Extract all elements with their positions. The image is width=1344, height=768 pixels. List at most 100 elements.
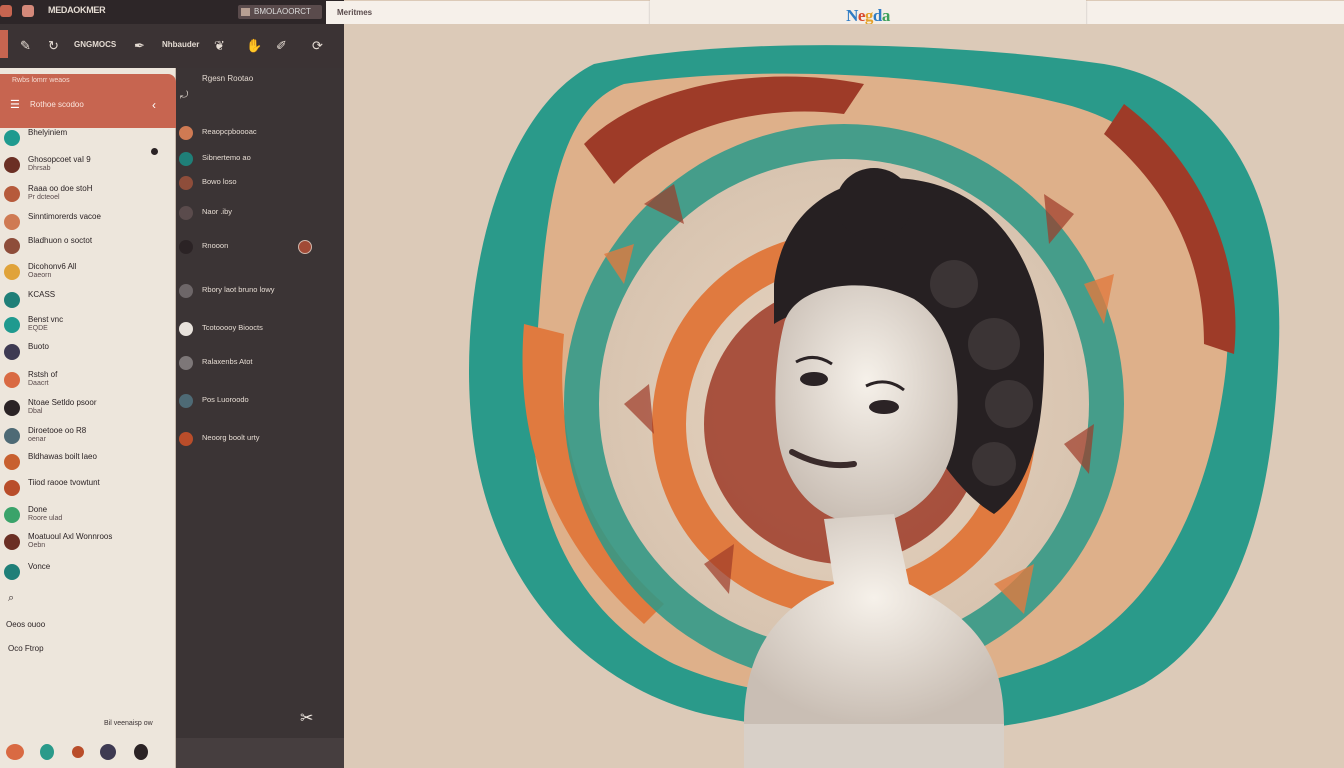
tray-avatar[interactable] — [72, 746, 84, 758]
avatar — [4, 428, 20, 444]
brand-logo: Negda — [846, 6, 890, 25]
face-shape — [775, 285, 958, 524]
list-item[interactable]: Moatuoul Axl Wonnroos Oebn — [0, 532, 176, 556]
footer-link-b[interactable]: Oco Ftrop — [8, 644, 44, 653]
title-bar: MEDAOKMER BMOLAOORCT — [0, 0, 344, 24]
avatar — [179, 394, 193, 408]
tray-avatar[interactable] — [40, 744, 54, 760]
list-item[interactable]: Sinntimorerds vacoe — [0, 212, 176, 236]
tray-avatar[interactable] — [134, 744, 148, 760]
brush-icon[interactable]: ✎ — [20, 38, 31, 54]
eye-left — [800, 372, 828, 386]
list-item[interactable]: Dicohonv6 All Oaeorn — [0, 262, 176, 286]
hair-bun — [836, 168, 912, 240]
panel-item-label: Naor .iby — [202, 207, 233, 216]
tray-avatar[interactable] — [100, 744, 116, 760]
list-item[interactable]: Buoto — [0, 342, 176, 366]
list-item-title: Bladhuon o soctot — [28, 236, 93, 245]
panel-header: Rgesn Rootao — [202, 74, 254, 83]
unread-indicator — [151, 148, 158, 155]
toolbar-label-one[interactable]: GNGMOCS — [74, 40, 116, 49]
list-item-title: Bldhawas boilt laeo — [28, 452, 97, 461]
window-control-icon[interactable] — [0, 5, 12, 17]
list-item-title: Bhelyiniem — [28, 128, 68, 137]
search-icon[interactable]: ⌕ — [8, 592, 14, 605]
panel-item-label: Tcotooooy Bioocts — [202, 323, 263, 332]
refresh-icon[interactable]: ⟳ — [312, 38, 323, 54]
tools-icon[interactable]: ✂ — [300, 708, 313, 728]
list-item-title: Done — [28, 505, 48, 514]
list-item[interactable]: Ghosopcoet vaI 9 Dhrsab — [0, 155, 176, 179]
avatar — [4, 344, 20, 360]
back-icon[interactable]: ‹ — [152, 98, 156, 112]
list-item[interactable]: Benst vnc EQDE — [0, 315, 176, 339]
list-item-title: Dicohonv6 All — [28, 262, 77, 271]
avatar — [4, 534, 20, 550]
list-item-title: Benst vnc — [28, 315, 64, 324]
accent-tab[interactable] — [0, 30, 8, 58]
list-item[interactable]: Ntoae Setldo psoor Dbal — [0, 398, 176, 422]
panel-item[interactable]: Naor .iby — [176, 204, 344, 226]
document-tab[interactable]: BMOLAOORCT — [238, 5, 322, 19]
panel-item-label: Neoorg boolt urty — [202, 433, 260, 442]
avatar — [4, 264, 20, 280]
list-item-title: Ntoae Setldo psoor — [28, 398, 97, 407]
panel-item-label: Rnooon — [202, 241, 229, 250]
list-item[interactable]: Tiiod raooe tvowtunt — [0, 478, 176, 502]
avatar — [4, 564, 20, 580]
list-item[interactable]: Bladhuon o soctot — [0, 236, 176, 260]
footer-link-a[interactable]: Oeos ouoo — [6, 620, 45, 629]
pen-icon[interactable]: ✒ — [134, 38, 145, 54]
list-item-title: Raaa oo doe stoH — [28, 184, 93, 193]
app-icon[interactable] — [22, 5, 34, 17]
list-item[interactable]: Bldhawas boilt laeo — [0, 452, 176, 476]
list-item-title: Moatuoul Axl Wonnroos — [28, 532, 113, 541]
leaf-icon[interactable]: ❦ — [214, 38, 225, 54]
panel-item[interactable]: Pos Luoroodo — [176, 392, 344, 414]
list-item[interactable]: Rstsh of Daacrt — [0, 370, 176, 394]
dropper-icon[interactable]: ✐ — [276, 38, 287, 54]
avatar — [179, 206, 193, 220]
collapse-icon[interactable]: ⤾ — [180, 90, 188, 101]
list-item-subtitle: Oaeorn — [28, 272, 52, 279]
avatar — [4, 130, 20, 146]
list-item[interactable]: Vonce — [0, 562, 176, 586]
panel-item[interactable]: Ralaxenbs Atot — [176, 354, 344, 376]
avatar — [179, 126, 193, 140]
toolbar-label-two[interactable]: Nhbauder — [162, 40, 199, 49]
panel-item[interactable]: Bowo loso — [176, 174, 344, 196]
panel-item[interactable]: Rnooon — [176, 238, 344, 260]
panel-item[interactable]: Neoorg boolt urty — [176, 430, 344, 452]
list-item[interactable]: Diroetooe oo R8 oenar — [0, 426, 176, 450]
artwork-canvas — [344, 24, 1344, 768]
menu-icon[interactable]: ☰ — [10, 98, 20, 111]
panel-item-label: Ralaxenbs Atot — [202, 357, 253, 366]
avatar — [4, 372, 20, 388]
list-item-title: KCASS — [28, 290, 56, 299]
list-item[interactable]: Raaa oo doe stoH Pr dcteoel — [0, 184, 176, 208]
avatar — [179, 176, 193, 190]
loop-icon[interactable]: ↻ — [48, 38, 59, 54]
eye-right — [869, 400, 899, 414]
list-item-subtitle: Pr dcteoel — [28, 194, 60, 201]
list-item[interactable]: Done Roore ulad — [0, 505, 176, 529]
list-item-subtitle: oenar — [28, 436, 46, 443]
hand-icon[interactable]: ✋ — [246, 38, 262, 54]
avatar — [4, 454, 20, 470]
panel-item-label: Reaopcpboooac — [202, 127, 257, 136]
tray-avatar[interactable] — [6, 744, 24, 760]
panel-item[interactable]: Reaopcpboooac — [176, 124, 344, 146]
panel-item[interactable]: Rbory laot bruno lowy — [176, 282, 344, 304]
status-dot — [298, 240, 312, 254]
avatar — [179, 322, 193, 336]
list-item-title: Vonce — [28, 562, 51, 571]
avatar — [4, 157, 20, 173]
panel-item-label: Pos Luoroodo — [202, 395, 249, 404]
panel-item[interactable]: Tcotooooy Bioocts — [176, 320, 344, 342]
list-item-subtitle: Dbal — [28, 408, 43, 415]
list-item[interactable]: Bhelyiniem — [0, 128, 176, 152]
detail-panel: Rgesn Rootao ⤾ Reaopcpboooac Sibnertemo a… — [176, 68, 344, 768]
avatar — [179, 356, 193, 370]
panel-item[interactable]: Sibnertemo ao — [176, 150, 344, 172]
list-item[interactable]: KCASS — [0, 290, 176, 314]
